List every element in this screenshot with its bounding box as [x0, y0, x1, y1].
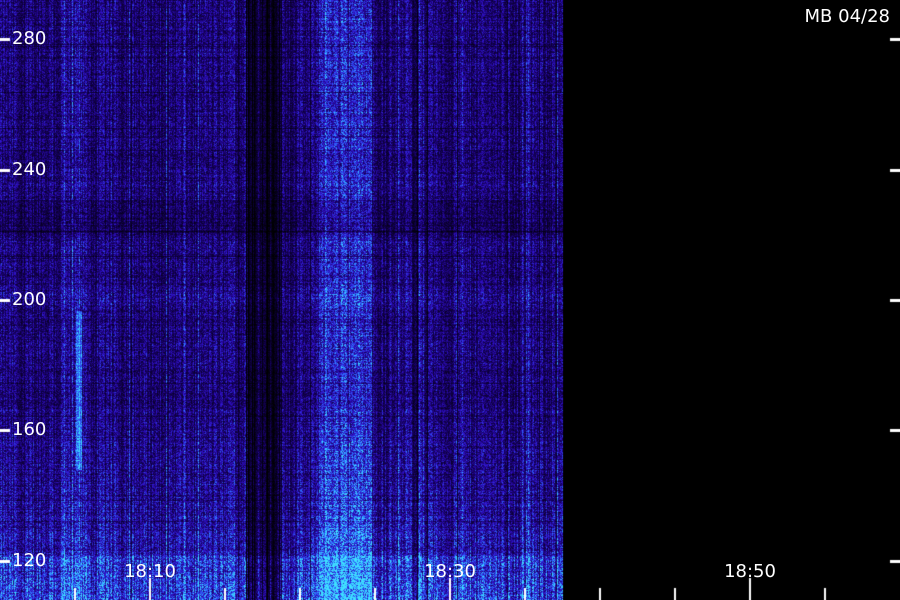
y-tick-label-160: 160: [12, 419, 47, 441]
y-tick-label-120: 120: [12, 549, 47, 571]
y-tick-label-200: 200: [12, 289, 47, 310]
spectrogram-canvas: [0, 0, 900, 600]
x-tick-label-1850: 18:50: [724, 561, 776, 582]
x-tick-label-1830: 18:30: [424, 561, 476, 582]
chart-title: MB 04/28: [804, 6, 890, 27]
y-tick-label-280: 280: [12, 28, 47, 50]
x-tick-label-1810: 18:10: [124, 561, 176, 582]
y-tick-label-240: 240: [12, 158, 47, 180]
